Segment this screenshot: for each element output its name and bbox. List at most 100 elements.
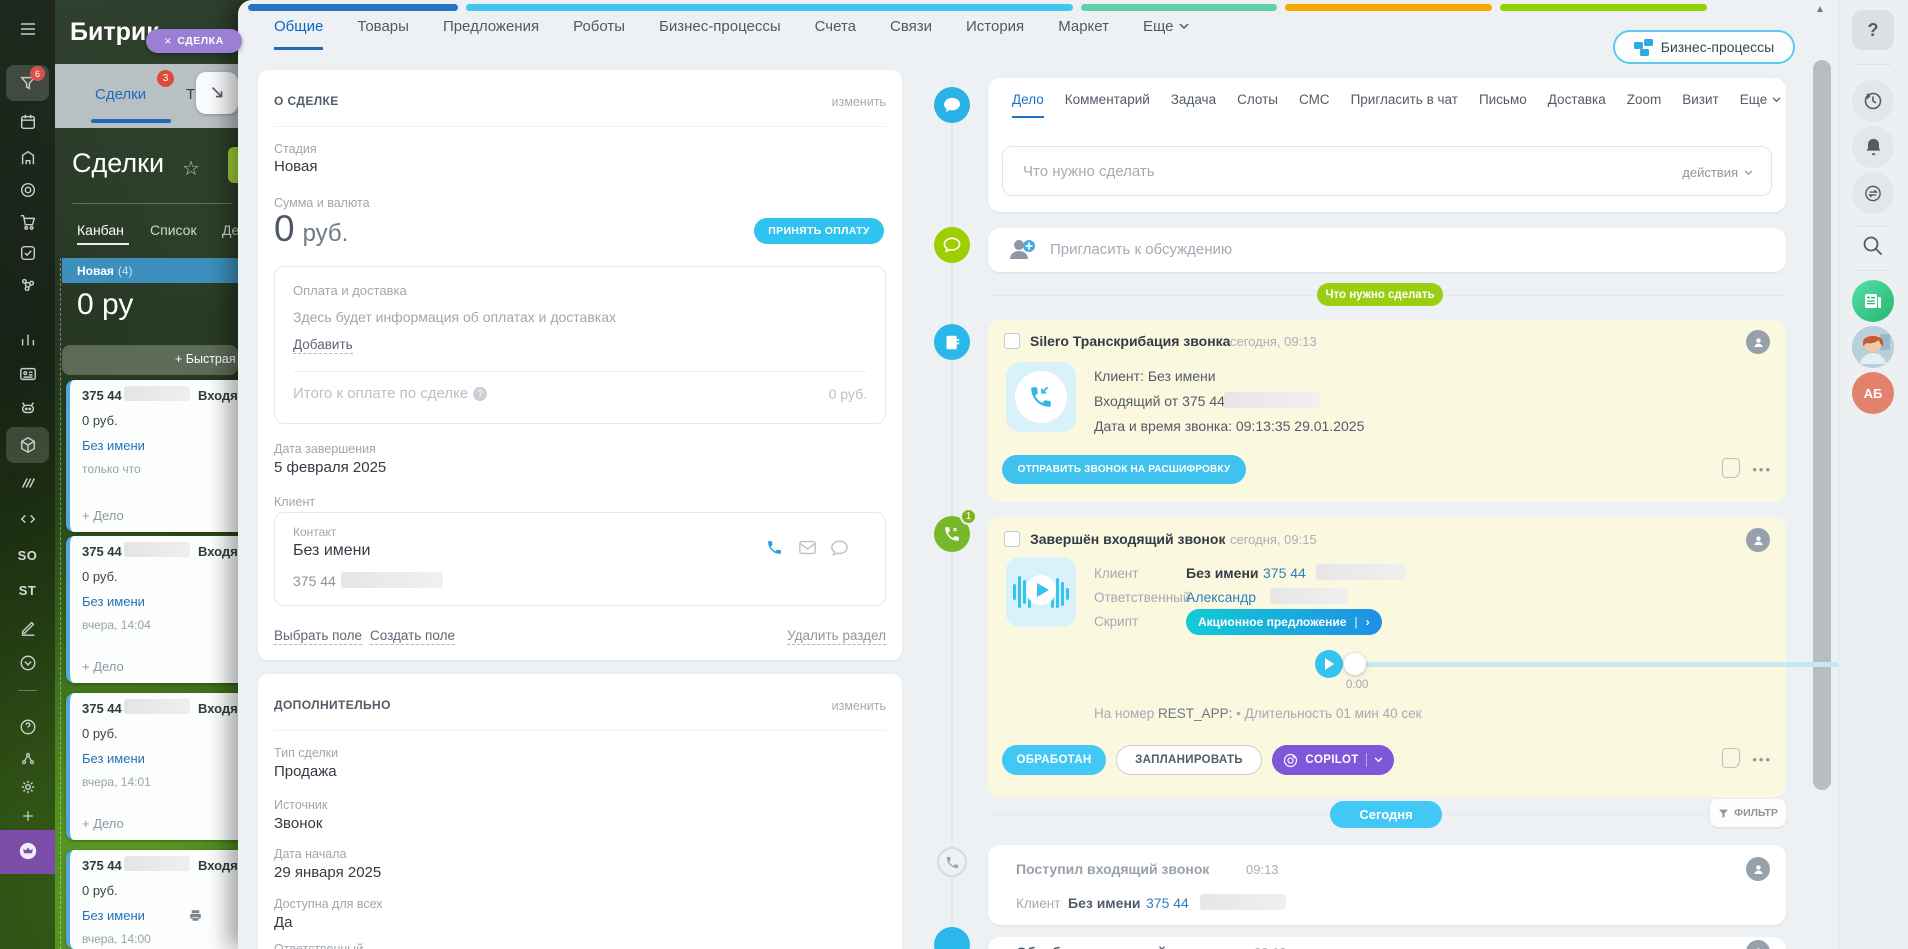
- call-record-tile[interactable]: [1006, 557, 1076, 627]
- contact-name[interactable]: Без имени: [293, 542, 370, 560]
- tab-invite-chat[interactable]: Пригласить в чат: [1351, 92, 1458, 116]
- chat-icon[interactable]: [831, 540, 848, 561]
- tasks-icon[interactable]: [0, 236, 55, 270]
- deal-card[interactable]: 375 44Входящий 0 руб. Без имени только ч…: [66, 380, 238, 532]
- tab-task[interactable]: Задача: [1171, 92, 1216, 116]
- view-tab-kanban[interactable]: Канбан: [77, 222, 124, 238]
- printer-icon[interactable]: [188, 908, 203, 928]
- deal-card[interactable]: 375 44Входящий 0 руб. Без имени вчера, 1…: [66, 693, 238, 840]
- tab-deals[interactable]: Сделки: [95, 86, 146, 103]
- call-icon[interactable]: [766, 539, 783, 561]
- user-avatar-initials[interactable]: АБ: [1852, 372, 1894, 414]
- copilot-avatar[interactable]: [1852, 326, 1894, 368]
- help-question-icon[interactable]: ?: [473, 387, 487, 401]
- tab-history[interactable]: История: [966, 18, 1024, 47]
- tab-general[interactable]: Общие: [274, 18, 323, 50]
- tab-links[interactable]: Связи: [890, 18, 932, 47]
- stage-bar-5[interactable]: [1500, 4, 1707, 11]
- todo-input[interactable]: Что нужно сделать действия: [1002, 146, 1772, 196]
- business-process-button[interactable]: Бизнес-процессы: [1613, 30, 1795, 64]
- entry-title[interactable]: Завершён входящий звонок: [1030, 531, 1225, 547]
- field-value[interactable]: Продажа: [274, 763, 337, 780]
- deal-card[interactable]: 375 44Входящий 0 руб. Без имени вчера, 1…: [66, 850, 238, 949]
- todo-pill[interactable]: Что нужно сделать: [1317, 283, 1443, 306]
- edit-link[interactable]: изменить: [832, 95, 886, 109]
- add-activity-link[interactable]: + Дело: [82, 816, 124, 831]
- tab-hidden[interactable]: Т: [186, 86, 195, 103]
- deal-card-contact[interactable]: Без имени: [82, 751, 145, 766]
- close-slider-pill[interactable]: × СДЕЛКА: [146, 29, 242, 53]
- email-icon[interactable]: [799, 540, 816, 560]
- company-icon[interactable]: [0, 141, 55, 175]
- contact-card-icon[interactable]: [0, 357, 55, 391]
- deal-card-contact[interactable]: Без имени: [82, 908, 145, 923]
- help-icon[interactable]: [0, 710, 55, 744]
- search-icon[interactable]: [1861, 234, 1885, 263]
- tab-delivery[interactable]: Доставка: [1548, 92, 1606, 116]
- responsible-link[interactable]: Александр: [1186, 589, 1256, 605]
- tab-activity[interactable]: Дело: [1012, 92, 1044, 118]
- crown-icon[interactable]: [0, 834, 55, 868]
- entry-checkbox[interactable]: [1004, 531, 1020, 547]
- add-activity-link[interactable]: + Дело: [82, 508, 124, 523]
- tab-products[interactable]: Товары: [357, 18, 409, 47]
- tab-zoom[interactable]: Zoom: [1627, 92, 1662, 116]
- deal-card-contact[interactable]: Без имени: [82, 594, 145, 609]
- calendar-icon[interactable]: [0, 105, 55, 139]
- copilot-button[interactable]: COPILOT: [1272, 745, 1394, 775]
- stage-bar-3[interactable]: [1081, 4, 1277, 11]
- help-button[interactable]: ?: [1852, 10, 1894, 50]
- tab-sms[interactable]: СМС: [1299, 92, 1330, 116]
- tab-letter[interactable]: Письмо: [1479, 92, 1527, 116]
- client-phone-link[interactable]: 375 44: [1146, 895, 1189, 911]
- sign-icon[interactable]: [0, 611, 55, 645]
- entry-title[interactable]: Silero Транскрибация звонка: [1030, 333, 1230, 349]
- processed-button[interactable]: ОБРАБОТАН: [1002, 745, 1106, 775]
- field-value[interactable]: Звонок: [274, 815, 322, 832]
- chevron-down-circle-icon[interactable]: [0, 646, 55, 680]
- close-date-value[interactable]: 5 февраля 2025: [274, 459, 386, 476]
- stage-bar-1[interactable]: [248, 4, 458, 11]
- sidebar-item-so[interactable]: SO: [0, 538, 55, 572]
- today-pill[interactable]: Сегодня: [1330, 801, 1442, 828]
- notifications-button[interactable]: [1852, 126, 1894, 168]
- actions-dropdown[interactable]: действия: [1682, 165, 1753, 180]
- delete-section-link[interactable]: Удалить раздел: [787, 628, 886, 645]
- payment-add-link[interactable]: Добавить: [293, 337, 353, 354]
- client-phone-link[interactable]: 375 44: [1263, 565, 1306, 581]
- deal-card-contact[interactable]: Без имени: [82, 438, 145, 453]
- tab-more[interactable]: Еще: [1740, 92, 1781, 116]
- stage-bar-4[interactable]: [1285, 4, 1492, 11]
- cart-icon[interactable]: [0, 205, 55, 239]
- schedule-button[interactable]: ЗАПЛАНИРОВАТЬ: [1116, 745, 1262, 775]
- stats-icon[interactable]: [0, 323, 55, 357]
- code-icon[interactable]: [0, 502, 55, 536]
- entry-menu-dots[interactable]: •••: [1752, 752, 1772, 767]
- select-field-link[interactable]: Выбрать поле: [274, 628, 362, 645]
- send-transcription-button[interactable]: ОТПРАВИТЬ ЗВОНОК НА РАСШИФРОВКУ: [1002, 455, 1246, 484]
- view-tab-list[interactable]: Список: [150, 222, 197, 238]
- panel-scrollbar[interactable]: [1813, 60, 1831, 790]
- add-icon[interactable]: [0, 799, 55, 833]
- add-activity-link[interactable]: + Дело: [82, 659, 124, 674]
- create-field-link[interactable]: Создать поле: [370, 628, 455, 645]
- entry-title[interactable]: Обработан входящий звонок: [1016, 944, 1218, 949]
- stage-value[interactable]: Новая: [274, 158, 317, 175]
- player-track[interactable]: [1355, 662, 1908, 667]
- tab-bizproc[interactable]: Бизнес-процессы: [659, 18, 781, 47]
- kanban-column-header[interactable]: Новая(4): [62, 258, 238, 283]
- quick-deal-button[interactable]: + Быстрая сделка: [62, 345, 238, 375]
- field-value[interactable]: Да: [274, 914, 293, 931]
- field-value[interactable]: 29 января 2025: [274, 864, 381, 881]
- view-tab-cut[interactable]: Де: [222, 222, 238, 238]
- crm-cube-icon[interactable]: [6, 427, 49, 463]
- sidebar-item-st[interactable]: ST: [0, 573, 55, 607]
- tab-quotes[interactable]: Предложения: [443, 18, 539, 47]
- deal-sum[interactable]: 0руб.: [274, 208, 348, 250]
- stage-bar-2[interactable]: [466, 4, 1073, 11]
- player-knob[interactable]: [1344, 653, 1366, 675]
- add-deal-button-edge[interactable]: [228, 147, 238, 183]
- play-button[interactable]: [1315, 650, 1343, 678]
- edit-link[interactable]: изменить: [832, 699, 886, 713]
- responsible-avatar[interactable]: [1746, 330, 1770, 354]
